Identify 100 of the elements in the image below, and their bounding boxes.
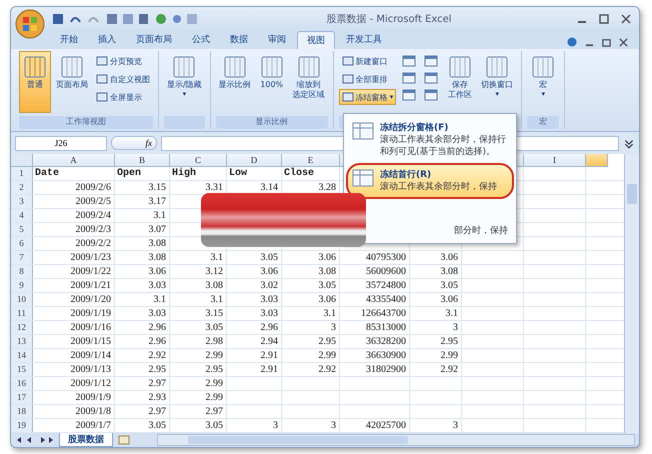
table-cell: 3.06 <box>260 266 278 277</box>
table-cell: 3 <box>453 322 458 333</box>
table-cell: 3.03 <box>260 308 278 319</box>
table-cell: 3 <box>453 420 458 431</box>
table-cell: 2.97 <box>148 406 166 417</box>
table-cell: 2009/2/3 <box>75 224 111 235</box>
table-cell: 2.91 <box>260 364 278 375</box>
table-cell: 2009/1/22 <box>70 266 111 277</box>
table-cell: 2.93 <box>148 392 166 403</box>
table-cell: 2009/1/13 <box>70 364 111 375</box>
table-cell: 3.08 <box>148 238 166 249</box>
table-cell: 2009/2/6 <box>75 182 111 193</box>
table-cell: 3.05 <box>318 280 336 291</box>
table-cell: 2.92 <box>318 364 336 375</box>
table-cell: 3.1 <box>210 294 223 305</box>
table-cell: 3 <box>273 420 278 431</box>
table-cell: 3.31 <box>206 182 223 193</box>
table-cell: Low <box>229 168 248 179</box>
table-cell: 2.96 <box>260 322 278 333</box>
table-cell: 3.06 <box>318 294 336 305</box>
table-cell: 3.08 <box>318 266 336 277</box>
table-cell: 2009/1/9 <box>75 392 111 403</box>
table-cell: 3.1 <box>210 252 223 263</box>
table-cell: 3.1 <box>446 308 458 319</box>
table-cell: 3.1 <box>154 210 166 221</box>
table-cell: 2.98 <box>206 336 223 347</box>
table-cell: 126643700 <box>361 308 406 319</box>
table-cell: 3.06 <box>148 266 166 277</box>
table-cell: 2.96 <box>148 322 166 333</box>
table-cell: 2.97 <box>148 378 166 389</box>
table-cell: 36630900 <box>366 350 406 361</box>
table-cell: 2009/1/16 <box>70 322 111 333</box>
table-cell: 3.12 <box>206 266 223 277</box>
table-cell: 2.97 <box>206 406 223 417</box>
table-cell: 3.05 <box>206 420 223 431</box>
table-cell: 2009/1/19 <box>70 308 111 319</box>
table-cell: 2.91 <box>260 350 278 361</box>
table-cell: 2009/1/20 <box>70 294 111 305</box>
table-cell: 3.03 <box>148 280 166 291</box>
table-cell: 3.05 <box>206 322 223 333</box>
table-cell: Date <box>35 168 60 179</box>
table-cell: 2009/1/15 <box>70 336 111 347</box>
table-cell: 3 <box>331 420 336 431</box>
table-cell: 2009/2/5 <box>75 196 111 207</box>
table-cell: 36328200 <box>366 336 406 347</box>
table-cell: 3.05 <box>440 280 458 291</box>
table-cell: 3.05 <box>148 420 166 431</box>
table-cell: 2009/2/2 <box>75 238 111 249</box>
table-cell: 2.94 <box>260 336 278 347</box>
table-cell: 2.92 <box>440 364 458 375</box>
table-cell: 3.1 <box>324 308 336 319</box>
table-cell: 2.96 <box>148 336 166 347</box>
table-cell: 43355400 <box>366 294 406 305</box>
table-cell: 2.99 <box>440 350 458 361</box>
table-cell: 42025700 <box>366 420 406 431</box>
table-cell: 3 <box>331 322 336 333</box>
table-cell: 3.06 <box>440 252 458 263</box>
table-cell: 3.05 <box>260 252 278 263</box>
table-cell: 3.06 <box>440 294 458 305</box>
table-cell: 3.08 <box>440 266 458 277</box>
group-label: 工作簿视图 <box>66 117 106 126</box>
table-cell: 3.17 <box>148 196 166 207</box>
table-cell: 2009/1/7 <box>75 420 111 431</box>
table-cell: 2009/1/23 <box>70 252 111 263</box>
table-cell: 3.28 <box>318 182 336 193</box>
table-cell: 56009600 <box>366 266 406 277</box>
table-cell: 2009/1/21 <box>70 280 111 291</box>
table-cell: 3.15 <box>206 308 223 319</box>
table-cell: Close <box>284 168 314 179</box>
table-cell: 3.15 <box>148 182 166 193</box>
table-cell: 2.92 <box>148 350 166 361</box>
window-title: 股票数据 - Microsoft Excel <box>325 13 453 26</box>
table-cell: 2.95 <box>440 336 458 347</box>
table-cell: 2009/1/12 <box>70 378 111 389</box>
table-cell: 2.99 <box>206 378 223 389</box>
table-cell: 3.14 <box>260 182 278 193</box>
table-cell: 85313000 <box>366 322 406 333</box>
table-cell: 2.99 <box>206 392 223 403</box>
table-cell: 3.08 <box>206 280 223 291</box>
table-cell: 2009/1/8 <box>75 406 111 417</box>
table-cell: 3.03 <box>260 294 278 305</box>
group-label: 显示比例 <box>256 117 288 126</box>
table-cell: 2.95 <box>206 364 223 375</box>
table-cell: 3.02 <box>260 280 278 291</box>
table-cell: 2009/2/4 <box>75 210 111 221</box>
group-label: 宏 <box>539 117 548 126</box>
table-cell: 3.07 <box>148 224 166 235</box>
table-cell: 3.08 <box>148 252 166 263</box>
table-cell: 2.99 <box>206 350 223 361</box>
table-cell: 2.95 <box>148 364 166 375</box>
table-cell: 3.1 <box>154 294 166 305</box>
table-cell: 40795300 <box>366 252 406 263</box>
table-cell: 3.06 <box>318 252 336 263</box>
table-cell: 2009/1/14 <box>70 350 111 361</box>
table-cell: Open <box>117 168 142 179</box>
table-cell: High <box>172 168 196 179</box>
table-cell: 31802900 <box>366 364 406 375</box>
table-cell: 35724800 <box>366 280 406 291</box>
table-cell: 2.95 <box>318 336 336 347</box>
table-cell: 2.99 <box>318 350 336 361</box>
